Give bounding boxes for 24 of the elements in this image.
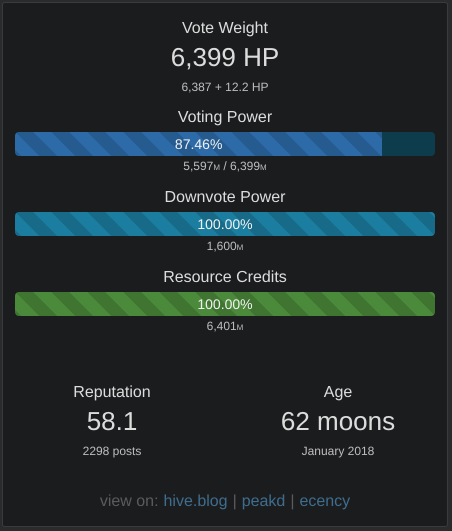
vote-weight-detail: 6,387 + 12.2 HP — [181, 79, 269, 95]
stat-title: Reputation — [73, 383, 151, 403]
stat-detail: 2298 posts — [82, 443, 142, 459]
stat-detail: January 2018 — [302, 443, 374, 459]
site-link[interactable]: hive.blog — [164, 493, 228, 511]
view-on-label: view on: — [100, 493, 159, 511]
stat-value: 62 moons — [280, 405, 396, 437]
mana-reading: 6,401M — [206, 319, 244, 335]
percent-label: 100.00% — [197, 216, 253, 232]
mana-reading: 5,597M / 6,399M — [183, 159, 267, 175]
meter-title: Resource Credits — [163, 268, 287, 288]
vote-weight-value: 6,399 HP — [170, 41, 280, 73]
link-separator: | — [232, 493, 237, 511]
stat-title: Age — [324, 383, 352, 403]
site-link[interactable]: peakd — [242, 493, 286, 511]
stat-value: 58.1 — [86, 405, 138, 437]
meter-title: Voting Power — [178, 108, 272, 128]
site-link[interactable]: ecency — [299, 493, 350, 511]
percent-label: 87.46% — [174, 136, 222, 152]
percent-label: 100.00% — [197, 296, 253, 312]
mana-reading: 1,600M — [206, 239, 244, 255]
link-separator: | — [290, 493, 294, 511]
meter-title: Downvote Power — [164, 188, 286, 208]
section-title: Vote Weight — [182, 19, 268, 39]
